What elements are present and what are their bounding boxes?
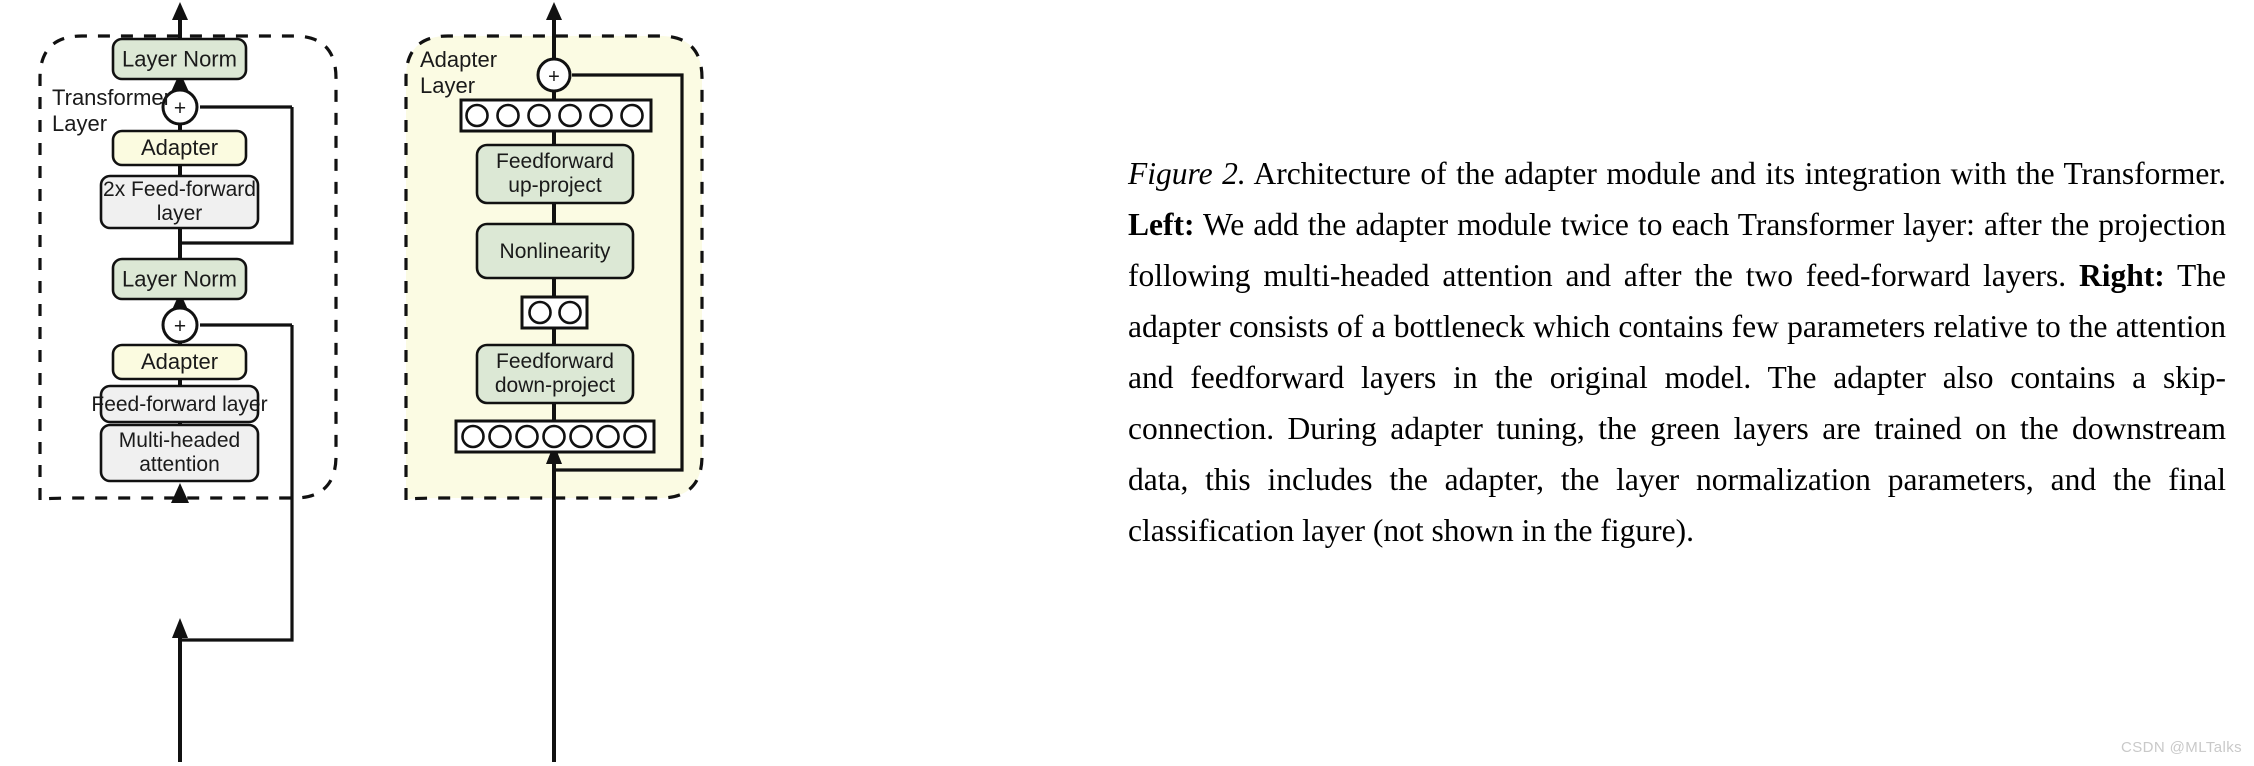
adder-label: + [548,66,560,88]
adapter-architecture-figure: Layer Norm + Adapter 2x Feed-forward lay… [0,0,1080,766]
neuron [515,424,539,449]
block-label-line2: attention [139,453,220,476]
neuron [558,103,582,128]
block-nonlinearity[interactable]: Nonlinearity [475,222,635,280]
block-feed-forward-layer[interactable]: Feed-forward layer [91,384,268,424]
block-label: Layer Norm [122,267,237,292]
arrowhead-multi-head-attention [171,483,189,503]
block-label-line1: 2x Feed-forward [103,178,256,201]
transformer-output-arrow [172,2,188,40]
figure-page: Layer Norm + Adapter 2x Feed-forward lay… [0,0,2254,766]
block-label-line2: layer [157,202,203,225]
neuron [620,103,644,128]
block-label: Adapter [141,135,218,160]
neuron [461,424,485,449]
neuron [527,103,551,128]
neuron [528,300,552,325]
neuron-row-output[interactable] [459,98,653,133]
figure-caption: Figure 2. Architecture of the adapter mo… [1128,148,2226,556]
adder-bottom[interactable]: + [161,306,199,344]
block-adapter-bottom[interactable]: Adapter [111,343,248,381]
figure-svg: Layer Norm + Adapter 2x Feed-forward lay… [38,2,704,762]
neuron [558,300,582,325]
neuron [596,424,620,449]
block-layer-norm-bottom[interactable]: Layer Norm [111,257,248,301]
caption-bold-left: Left: [1128,207,1195,242]
neuron [589,103,613,128]
caption-figure-label: Figure 2. [1128,156,1246,191]
caption-text-1: Architecture of the adapter module and i… [1245,156,2226,191]
adder-label: + [174,315,186,338]
block-label: Adapter [141,349,218,374]
block-label-line1: Nonlinearity [500,240,611,263]
neuron [569,424,593,449]
block-layer-norm-top[interactable]: Layer Norm [111,37,248,81]
neuron [496,103,520,128]
neuron-row-bottleneck[interactable] [520,295,589,330]
transformer-layer-label-line1: Transformer [52,85,171,110]
block-feedforward-down-project[interactable]: Feedforward down-project [475,343,635,405]
block-feedforward-up-project[interactable]: Feedforward up-project [475,143,635,205]
neuron [542,424,566,449]
block-2x-feed-forward-layer[interactable]: 2x Feed-forward layer [99,174,260,230]
neuron-row-input[interactable] [454,419,656,454]
adder-label: + [174,97,186,120]
adapter-adder[interactable]: + [536,57,572,93]
neuron [465,103,489,128]
adapter-layer-panel: + Feedforward up-project Nonlinearity Fe… [404,2,704,762]
watermark: CSDN @MLTalks [2121,739,2242,756]
neuron [623,424,647,449]
caption-bold-right: Right: [2078,258,2165,293]
adapter-layer-label-line1: Adapter [420,47,497,72]
neuron [488,424,512,449]
caption-text-2: We add the adapter module twice to each … [1128,207,2226,293]
transformer-layer-panel: Layer Norm + Adapter 2x Feed-forward lay… [38,2,338,762]
block-label: Feed-forward layer [91,393,267,416]
block-label-line2: down-project [495,374,615,397]
block-label: Layer Norm [122,47,237,72]
transformer-layer-label-line2: Layer [52,111,107,136]
block-adapter-top[interactable]: Adapter [111,129,248,167]
block-multi-headed-attention[interactable]: Multi-headed attention [99,423,260,483]
block-label-line1: Multi-headed [119,429,240,452]
adapter-layer-label-line2: Layer [420,73,475,98]
caption-text-3: The adapter consists of a bottleneck whi… [1128,258,2226,548]
block-label-line1: Feedforward [496,350,614,373]
block-label-line2: up-project [508,174,602,197]
block-label-line1: Feedforward [496,150,614,173]
